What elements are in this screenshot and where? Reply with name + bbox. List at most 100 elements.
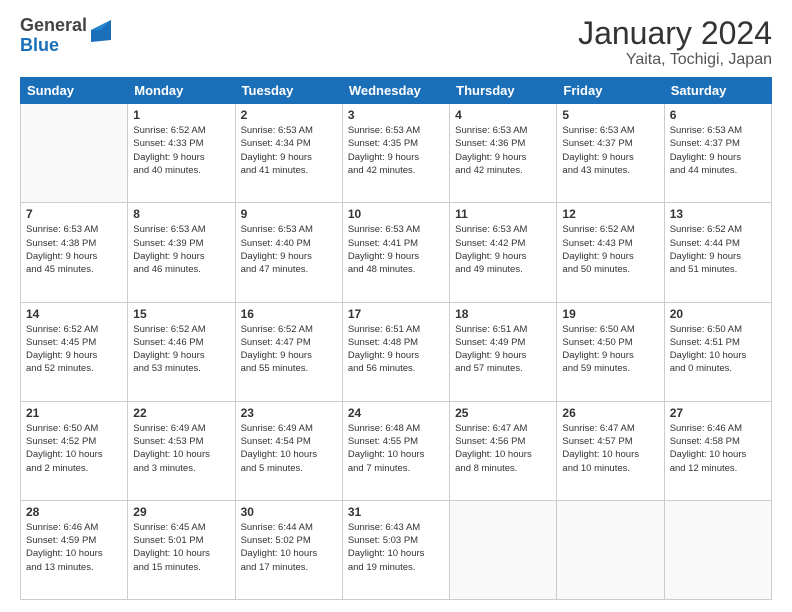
- table-row: 16 Sunrise: 6:52 AM Sunset: 4:47 PM Dayli…: [235, 302, 342, 401]
- day-number: 31: [348, 505, 444, 519]
- table-row: 1Sunrise: 6:52 AM Sunset: 4:33 PM Daylig…: [128, 104, 235, 203]
- table-row: 15 Sunrise: 6:52 AM Sunset: 4:46 PM Dayli…: [128, 302, 235, 401]
- table-row: 3 Sunrise: 6:53 AM Sunset: 4:35 PM Daylig…: [342, 104, 449, 203]
- day-info: Sunrise: 6:49 AM Sunset: 4:53 PM Dayligh…: [133, 422, 229, 475]
- day-info: Sunrise: 6:51 AM Sunset: 4:49 PM Dayligh…: [455, 323, 551, 376]
- table-row: 31 Sunrise: 6:43 AM Sunset: 5:03 PM Dayli…: [342, 500, 449, 599]
- logo-text-general: General: [20, 16, 87, 36]
- table-row: 11 Sunrise: 6:53 AM Sunset: 4:42 PM Dayli…: [450, 203, 557, 302]
- day-number: 26: [562, 406, 658, 420]
- day-info: Sunrise: 6:53 AM Sunset: 4:39 PM Dayligh…: [133, 223, 229, 276]
- day-info: Sunrise: 6:46 AM Sunset: 4:59 PM Dayligh…: [26, 521, 122, 574]
- day-number: 15: [133, 307, 229, 321]
- day-info: Sunrise: 6:53 AM Sunset: 4:42 PM Dayligh…: [455, 223, 551, 276]
- day-number: 22: [133, 406, 229, 420]
- day-info: Sunrise: 6:52 AM Sunset: 4:44 PM Dayligh…: [670, 223, 766, 276]
- day-number: 10: [348, 207, 444, 221]
- calendar-week-row: 14 Sunrise: 6:52 AM Sunset: 4:45 PM Dayli…: [21, 302, 772, 401]
- day-number: 2: [241, 108, 337, 122]
- day-number: 28: [26, 505, 122, 519]
- table-row: 28 Sunrise: 6:46 AM Sunset: 4:59 PM Dayli…: [21, 500, 128, 599]
- day-number: 25: [455, 406, 551, 420]
- table-row: 2 Sunrise: 6:53 AM Sunset: 4:34 PM Daylig…: [235, 104, 342, 203]
- table-row: 30Sunrise: 6:44 AM Sunset: 5:02 PM Dayli…: [235, 500, 342, 599]
- day-number: 29: [133, 505, 229, 519]
- table-row: 21 Sunrise: 6:50 AM Sunset: 4:52 PM Dayli…: [21, 401, 128, 500]
- day-info: Sunrise: 6:52 AM Sunset: 4:47 PM Dayligh…: [241, 323, 337, 376]
- day-number: 7: [26, 207, 122, 221]
- day-number: 24: [348, 406, 444, 420]
- day-info: Sunrise: 6:52 AM Sunset: 4:46 PM Dayligh…: [133, 323, 229, 376]
- day-number: 6: [670, 108, 766, 122]
- table-row: 10Sunrise: 6:53 AM Sunset: 4:41 PM Dayli…: [342, 203, 449, 302]
- table-row: 20 Sunrise: 6:50 AM Sunset: 4:51 PM Dayli…: [664, 302, 771, 401]
- table-row: 13 Sunrise: 6:52 AM Sunset: 4:44 PM Dayli…: [664, 203, 771, 302]
- day-number: 23: [241, 406, 337, 420]
- col-sunday: Sunday: [21, 78, 128, 104]
- day-info: Sunrise: 6:53 AM Sunset: 4:34 PM Dayligh…: [241, 124, 337, 177]
- table-row: 26 Sunrise: 6:47 AM Sunset: 4:57 PM Dayli…: [557, 401, 664, 500]
- day-info: Sunrise: 6:53 AM Sunset: 4:35 PM Dayligh…: [348, 124, 444, 177]
- day-number: 14: [26, 307, 122, 321]
- day-number: 16: [241, 307, 337, 321]
- table-row: 23 Sunrise: 6:49 AM Sunset: 4:54 PM Dayli…: [235, 401, 342, 500]
- table-row: 19 Sunrise: 6:50 AM Sunset: 4:50 PM Dayli…: [557, 302, 664, 401]
- day-number: 30: [241, 505, 337, 519]
- logo-text-blue: Blue: [20, 36, 59, 56]
- day-number: 9: [241, 207, 337, 221]
- calendar-week-row: 1Sunrise: 6:52 AM Sunset: 4:33 PM Daylig…: [21, 104, 772, 203]
- day-number: 5: [562, 108, 658, 122]
- day-info: Sunrise: 6:49 AM Sunset: 4:54 PM Dayligh…: [241, 422, 337, 475]
- table-row: 9 Sunrise: 6:53 AM Sunset: 4:40 PM Daylig…: [235, 203, 342, 302]
- day-info: Sunrise: 6:47 AM Sunset: 4:57 PM Dayligh…: [562, 422, 658, 475]
- day-number: 21: [26, 406, 122, 420]
- header: General Blue January 2024 Yaita, Tochigi…: [20, 16, 772, 69]
- day-number: 8: [133, 207, 229, 221]
- calendar-subtitle: Yaita, Tochigi, Japan: [578, 51, 772, 69]
- table-row: 18 Sunrise: 6:51 AM Sunset: 4:49 PM Dayli…: [450, 302, 557, 401]
- day-info: Sunrise: 6:52 AM Sunset: 4:43 PM Dayligh…: [562, 223, 658, 276]
- table-row: [21, 104, 128, 203]
- day-number: 3: [348, 108, 444, 122]
- day-number: 13: [670, 207, 766, 221]
- col-wednesday: Wednesday: [342, 78, 449, 104]
- logo-bird-icon: [91, 20, 111, 52]
- calendar-week-row: 7 Sunrise: 6:53 AM Sunset: 4:38 PM Daylig…: [21, 203, 772, 302]
- col-monday: Monday: [128, 78, 235, 104]
- day-info: Sunrise: 6:45 AM Sunset: 5:01 PM Dayligh…: [133, 521, 229, 574]
- calendar-title: January 2024: [578, 16, 772, 51]
- day-info: Sunrise: 6:46 AM Sunset: 4:58 PM Dayligh…: [670, 422, 766, 475]
- col-saturday: Saturday: [664, 78, 771, 104]
- day-number: 17: [348, 307, 444, 321]
- day-info: Sunrise: 6:48 AM Sunset: 4:55 PM Dayligh…: [348, 422, 444, 475]
- day-info: Sunrise: 6:53 AM Sunset: 4:36 PM Dayligh…: [455, 124, 551, 177]
- calendar-week-row: 28 Sunrise: 6:46 AM Sunset: 4:59 PM Dayli…: [21, 500, 772, 599]
- table-row: 27Sunrise: 6:46 AM Sunset: 4:58 PM Dayli…: [664, 401, 771, 500]
- page: General Blue January 2024 Yaita, Tochigi…: [0, 0, 792, 612]
- calendar-week-row: 21 Sunrise: 6:50 AM Sunset: 4:52 PM Dayli…: [21, 401, 772, 500]
- day-info: Sunrise: 6:53 AM Sunset: 4:40 PM Dayligh…: [241, 223, 337, 276]
- col-friday: Friday: [557, 78, 664, 104]
- day-info: Sunrise: 6:52 AM Sunset: 4:45 PM Dayligh…: [26, 323, 122, 376]
- day-number: 11: [455, 207, 551, 221]
- day-info: Sunrise: 6:53 AM Sunset: 4:37 PM Dayligh…: [670, 124, 766, 177]
- day-number: 20: [670, 307, 766, 321]
- day-number: 18: [455, 307, 551, 321]
- day-info: Sunrise: 6:53 AM Sunset: 4:38 PM Dayligh…: [26, 223, 122, 276]
- title-block: January 2024 Yaita, Tochigi, Japan: [578, 16, 772, 69]
- col-tuesday: Tuesday: [235, 78, 342, 104]
- day-info: Sunrise: 6:43 AM Sunset: 5:03 PM Dayligh…: [348, 521, 444, 574]
- table-row: 6 Sunrise: 6:53 AM Sunset: 4:37 PM Daylig…: [664, 104, 771, 203]
- table-row: 4 Sunrise: 6:53 AM Sunset: 4:36 PM Daylig…: [450, 104, 557, 203]
- table-row: 25 Sunrise: 6:47 AM Sunset: 4:56 PM Dayli…: [450, 401, 557, 500]
- day-number: 4: [455, 108, 551, 122]
- table-row: [450, 500, 557, 599]
- table-row: 29 Sunrise: 6:45 AM Sunset: 5:01 PM Dayli…: [128, 500, 235, 599]
- day-info: Sunrise: 6:51 AM Sunset: 4:48 PM Dayligh…: [348, 323, 444, 376]
- day-info: Sunrise: 6:50 AM Sunset: 4:50 PM Dayligh…: [562, 323, 658, 376]
- day-info: Sunrise: 6:47 AM Sunset: 4:56 PM Dayligh…: [455, 422, 551, 475]
- day-info: Sunrise: 6:50 AM Sunset: 4:52 PM Dayligh…: [26, 422, 122, 475]
- table-row: [557, 500, 664, 599]
- day-info: Sunrise: 6:50 AM Sunset: 4:51 PM Dayligh…: [670, 323, 766, 376]
- day-number: 19: [562, 307, 658, 321]
